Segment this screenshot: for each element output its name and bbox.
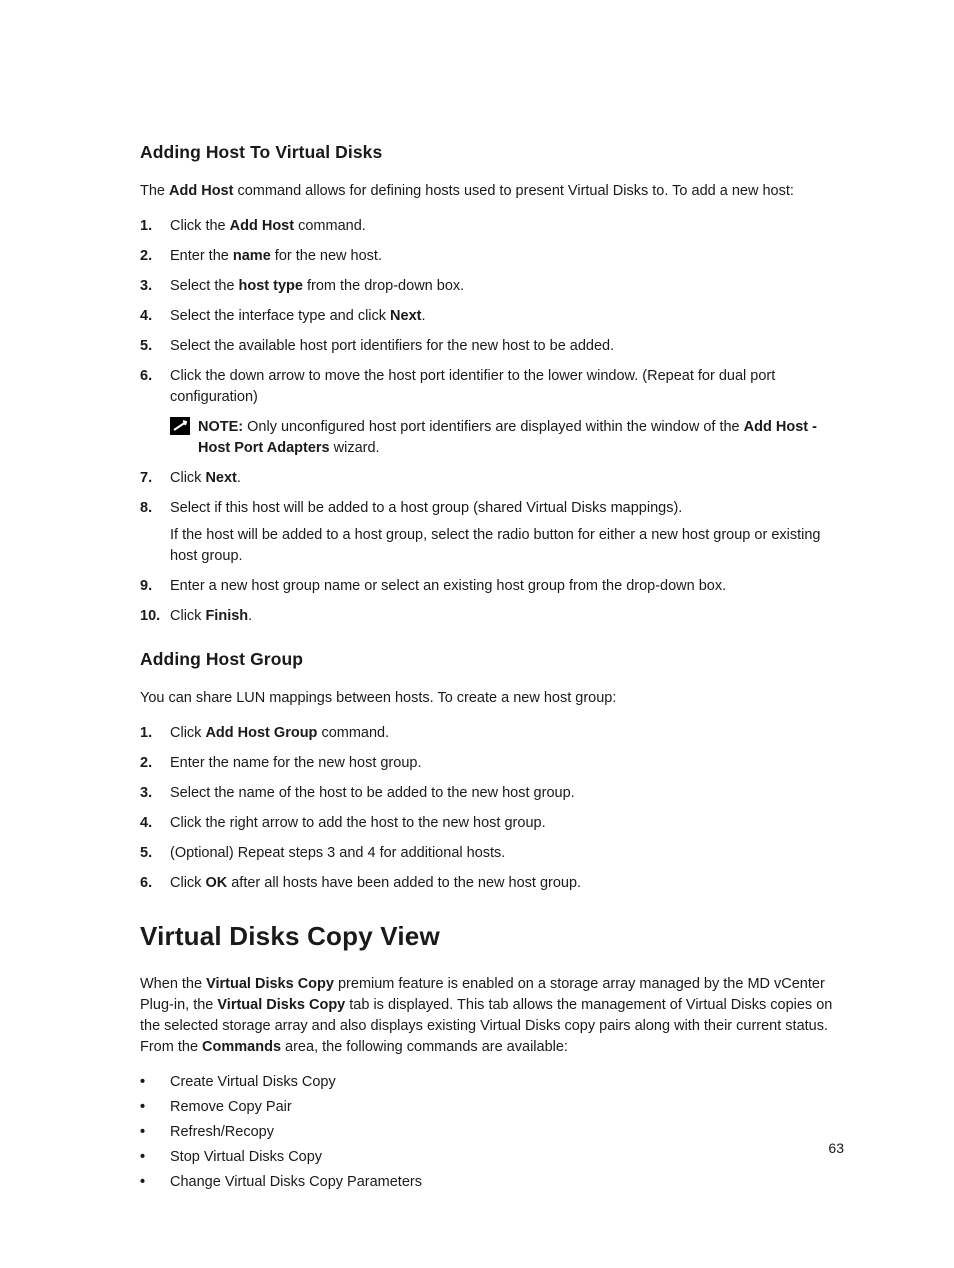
step-number: 3. (140, 276, 170, 297)
intro-adding-host-group: You can share LUN mappings between hosts… (140, 688, 844, 709)
steps-adding-host: 1.Click the Add Host command.2.Enter the… (140, 216, 844, 626)
step-number: 6. (140, 366, 170, 387)
heading-adding-host: Adding Host To Virtual Disks (140, 140, 844, 165)
step-number: 2. (140, 753, 170, 774)
list-item: 2.Enter the name for the new host group. (140, 753, 844, 774)
text-bold: Commands (202, 1039, 281, 1055)
step-number: 5. (140, 336, 170, 357)
step-number: 9. (140, 576, 170, 597)
text: area, the following commands are availab… (281, 1039, 568, 1055)
step-body: Enter the name for the new host. (170, 246, 844, 267)
list-item: •Remove Copy Pair (140, 1097, 844, 1118)
list-item: 10.Click Finish. (140, 606, 844, 627)
step-subtext: If the host will be added to a host grou… (170, 525, 844, 567)
list-item: •Create Virtual Disks Copy (140, 1072, 844, 1093)
step-body: Select the available host port identifie… (170, 336, 844, 357)
list-item: 1.Click Add Host Group command. (140, 723, 844, 744)
step-body: Select the host type from the drop-down … (170, 276, 844, 297)
step-body: Select if this host will be added to a h… (170, 498, 844, 567)
step-body: Enter the name for the new host group. (170, 753, 844, 774)
step-body: Select the interface type and click Next… (170, 306, 844, 327)
bullet-dot: • (140, 1122, 170, 1142)
page-number: 63 (828, 1138, 844, 1158)
step-number: 4. (140, 813, 170, 834)
step-body: Click the Add Host command. (170, 216, 844, 237)
list-item: 3.Select the name of the host to be adde… (140, 783, 844, 804)
note: NOTE: Only unconfigured host port identi… (170, 417, 844, 459)
list-item: 4.Select the interface type and click Ne… (140, 306, 844, 327)
text: command allows for defining hosts used t… (233, 183, 793, 199)
bullet-text: Stop Virtual Disks Copy (170, 1147, 322, 1168)
list-item: 4.Click the right arrow to add the host … (140, 813, 844, 834)
step-number: 8. (140, 498, 170, 519)
list-item: 9.Enter a new host group name or select … (140, 576, 844, 597)
para-virtual-disks-copy: When the Virtual Disks Copy premium feat… (140, 974, 844, 1058)
bullets-commands: •Create Virtual Disks Copy•Remove Copy P… (140, 1072, 844, 1193)
list-item: 6.Click OK after all hosts have been add… (140, 873, 844, 894)
bullet-dot: • (140, 1072, 170, 1092)
list-item: •Refresh/Recopy (140, 1122, 844, 1143)
step-number: 1. (140, 723, 170, 744)
list-item: 3.Select the host type from the drop-dow… (140, 276, 844, 297)
step-body: Click Next. (170, 468, 844, 489)
text-bold: Add Host (169, 183, 233, 199)
note-icon (170, 417, 190, 435)
bullet-text: Refresh/Recopy (170, 1122, 274, 1143)
step-body: Click Add Host Group command. (170, 723, 844, 744)
list-item: 5.Select the available host port identif… (140, 336, 844, 357)
document-page: Adding Host To Virtual Disks The Add Hos… (0, 0, 954, 1268)
step-number: 6. (140, 873, 170, 894)
bullet-dot: • (140, 1172, 170, 1192)
step-number: 10. (140, 606, 170, 627)
step-number: 2. (140, 246, 170, 267)
list-item: 6.Click the down arrow to move the host … (140, 366, 844, 458)
text-bold: Virtual Disks Copy (217, 997, 345, 1013)
heading-virtual-disks-copy-view: Virtual Disks Copy View (140, 918, 844, 956)
list-item: 1.Click the Add Host command. (140, 216, 844, 237)
bullet-dot: • (140, 1097, 170, 1117)
bullet-dot: • (140, 1147, 170, 1167)
bullet-text: Change Virtual Disks Copy Parameters (170, 1172, 422, 1193)
step-body: Click Finish. (170, 606, 844, 627)
bullet-text: Create Virtual Disks Copy (170, 1072, 336, 1093)
steps-adding-host-group: 1.Click Add Host Group command.2.Enter t… (140, 723, 844, 894)
step-number: 5. (140, 843, 170, 864)
step-body: Select the name of the host to be added … (170, 783, 844, 804)
text-bold: Virtual Disks Copy (206, 976, 334, 992)
text: When the (140, 976, 206, 992)
step-number: 4. (140, 306, 170, 327)
bullet-text: Remove Copy Pair (170, 1097, 292, 1118)
intro-adding-host: The Add Host command allows for defining… (140, 181, 844, 202)
list-item: •Stop Virtual Disks Copy (140, 1147, 844, 1168)
list-item: 8.Select if this host will be added to a… (140, 498, 844, 567)
text: The (140, 183, 169, 199)
heading-adding-host-group: Adding Host Group (140, 647, 844, 672)
step-body: Click OK after all hosts have been added… (170, 873, 844, 894)
list-item: •Change Virtual Disks Copy Parameters (140, 1172, 844, 1193)
list-item: 5.(Optional) Repeat steps 3 and 4 for ad… (140, 843, 844, 864)
step-body: Click the down arrow to move the host po… (170, 366, 844, 458)
step-body: (Optional) Repeat steps 3 and 4 for addi… (170, 843, 844, 864)
list-item: 7.Click Next. (140, 468, 844, 489)
step-number: 3. (140, 783, 170, 804)
list-item: 2.Enter the name for the new host. (140, 246, 844, 267)
step-body: Enter a new host group name or select an… (170, 576, 844, 597)
step-number: 1. (140, 216, 170, 237)
step-body: Click the right arrow to add the host to… (170, 813, 844, 834)
step-number: 7. (140, 468, 170, 489)
